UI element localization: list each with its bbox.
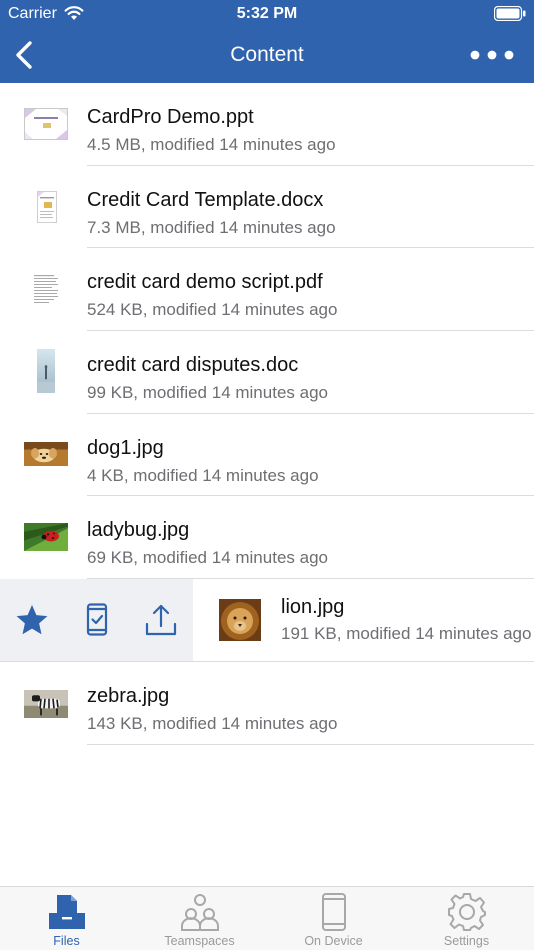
document-thumbnail (37, 190, 57, 223)
file-row[interactable]: zebra.jpg 143 KB, modified 14 minutes ag… (0, 662, 534, 745)
ladybug-photo-thumbnail (24, 523, 68, 552)
file-details: 143 KB, modified 14 minutes ago (87, 713, 338, 733)
file-name: credit card demo script.pdf (87, 271, 323, 294)
file-name: ladybug.jpg (87, 519, 190, 542)
battery-icon (494, 6, 526, 21)
save-to-device-button[interactable] (80, 603, 114, 637)
clock: 5:32 PM (236, 5, 298, 22)
dog-photo-thumbnail (24, 441, 68, 466)
tab-label: Settings (443, 934, 490, 948)
file-row[interactable]: ladybug.jpg 69 KB, modified 14 minutes a… (0, 496, 534, 579)
file-row[interactable]: lion.jpg 191 KB, modified 14 minutes ago (0, 579, 534, 662)
tab-label: On Device (304, 934, 363, 948)
file-row[interactable]: dog1.jpg 4 KB, modified 14 minutes ago (0, 414, 534, 497)
swipe-actions (0, 579, 193, 662)
ellipsis-icon (470, 50, 514, 60)
file-name: Credit Card Template.docx (87, 188, 324, 211)
tab-files[interactable]: Files (0, 887, 133, 950)
file-list: CardPro Demo.ppt 4.5 MB, modified 14 min… (0, 83, 534, 745)
people-icon (181, 894, 219, 931)
text-page-thumbnail (33, 273, 59, 306)
file-row[interactable]: Credit Card Template.docx 7.3 MB, modifi… (0, 166, 534, 249)
swiped-row-content: lion.jpg 191 KB, modified 14 minutes ago (195, 579, 534, 661)
file-name: dog1.jpg (87, 436, 164, 459)
navigation-bar: Content (0, 30, 534, 80)
tab-settings[interactable]: Settings (400, 887, 533, 950)
presentation-thumbnail (24, 108, 68, 140)
file-details: 524 KB, modified 14 minutes ago (87, 300, 338, 320)
phone-icon (322, 893, 346, 931)
file-name: CardPro Demo.ppt (87, 106, 254, 128)
more-options-button[interactable] (470, 46, 514, 64)
save-to-device-icon (86, 603, 108, 636)
tab-teamspaces[interactable]: Teamspaces (133, 887, 266, 950)
file-name: credit card disputes.doc (87, 354, 299, 377)
file-details: 7.3 MB, modified 14 minutes ago (87, 217, 336, 237)
file-row[interactable]: credit card demo script.pdf 524 KB, modi… (0, 248, 534, 331)
page-title: Content (230, 43, 304, 66)
file-details: 4 KB, modified 14 minutes ago (87, 465, 319, 485)
file-details: 191 KB, modified 14 minutes ago (281, 624, 532, 644)
share-icon (145, 605, 177, 636)
tab-label: Teamspaces (164, 934, 235, 948)
file-name: zebra.jpg (87, 684, 170, 707)
files-tray-icon (49, 895, 85, 929)
status-bar: Carrier 5:32 PM (0, 0, 534, 28)
photo-page-thumbnail (37, 349, 55, 394)
file-details: 69 KB, modified 14 minutes ago (87, 548, 328, 568)
lion-photo-thumbnail (219, 599, 261, 642)
file-details: 4.5 MB, modified 14 minutes ago (87, 135, 336, 154)
tab-label: Files (53, 934, 80, 948)
favorite-button[interactable] (15, 603, 49, 637)
tab-bar: Files Teamspaces On Device Settings (0, 886, 534, 950)
tab-on-device[interactable]: On Device (267, 887, 400, 950)
zebra-photo-thumbnail (24, 689, 68, 718)
top-bar: Carrier 5:32 PM Content (0, 0, 534, 83)
share-button[interactable] (144, 603, 178, 637)
file-row[interactable]: credit card disputes.doc 99 KB, modified… (0, 331, 534, 414)
star-icon (16, 605, 48, 635)
file-name: lion.jpg (281, 596, 345, 619)
gear-icon (448, 893, 486, 931)
file-details: 99 KB, modified 14 minutes ago (87, 383, 328, 403)
file-row[interactable]: CardPro Demo.ppt 4.5 MB, modified 14 min… (0, 83, 534, 166)
